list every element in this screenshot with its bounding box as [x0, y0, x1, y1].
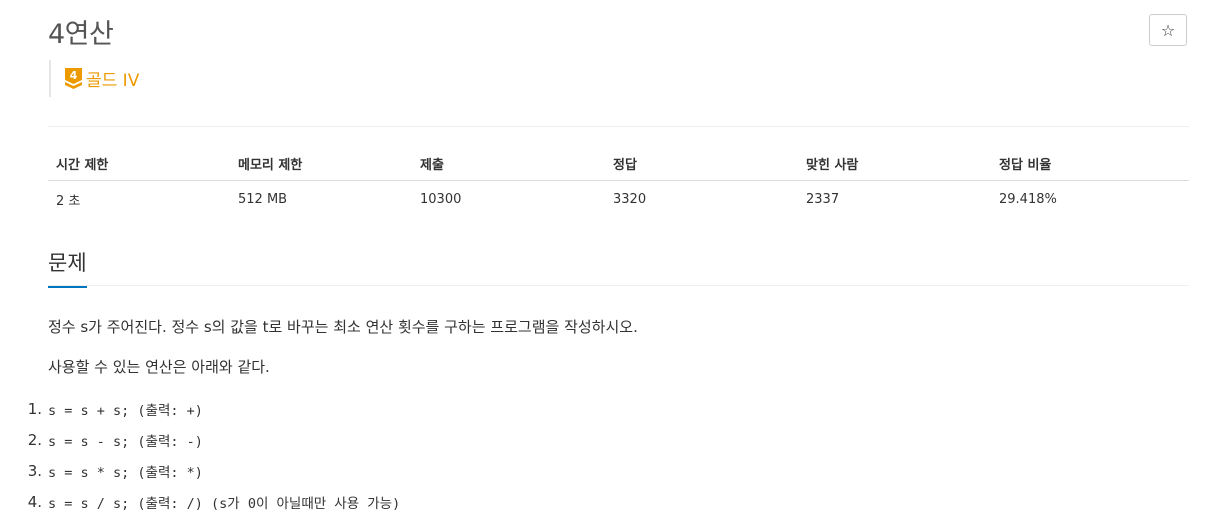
list-number: 4.	[27, 492, 42, 511]
problem-tier: 4 골드 IV	[49, 60, 139, 97]
section-divider	[48, 285, 1189, 286]
gold-tier-icon: 4	[65, 67, 82, 89]
operations-intro: 사용할 수 있는 연산은 아래와 같다.	[48, 358, 270, 376]
tier-label: 골드 IV	[86, 71, 140, 91]
solvers-value: 2337	[806, 191, 840, 207]
time-limit-value: 2 초	[56, 193, 81, 209]
operation-code: s = s - s; (출력: -)	[48, 433, 203, 450]
operation-code: s = s + s; (출력: +)	[48, 402, 203, 419]
page-title: 4연산	[48, 19, 114, 50]
header-solvers: 맞힌 사람	[798, 146, 991, 181]
list-item: 4. s = s / s; (출력: /) (s가 0이 아닐때만 사용 가능)	[0, 486, 401, 517]
list-number: 1.	[27, 399, 42, 418]
section-title: 문제	[48, 250, 87, 288]
tier-number: 4	[70, 69, 78, 82]
problem-info-table: 시간 제한 메모리 제한 제출 정답 맞힌 사람 정답 비율 2 초 512 M…	[48, 146, 1189, 217]
list-item: 2. s = s - s; (출력: -)	[0, 424, 400, 455]
operations-list: 1. s = s + s; (출력: +) 2. s = s - s; (출력:…	[0, 393, 401, 517]
header-memory-limit: 메모리 제한	[230, 146, 412, 181]
accepted-value: 3320	[613, 191, 647, 207]
divider	[48, 126, 1189, 127]
tier-link[interactable]: 4 골드 IV	[65, 66, 139, 91]
operation-code: s = s / s; (출력: /) (s가 0이 아닐때만 사용 가능)	[48, 495, 401, 512]
operation-code: s = s * s; (출력: *)	[48, 464, 203, 481]
header-accepted: 정답	[605, 146, 798, 181]
table-row: 2 초 512 MB 10300 3320 2337 29.418%	[48, 181, 1189, 218]
header-ratio: 정답 비율	[991, 146, 1189, 181]
list-number: 2.	[27, 430, 42, 449]
table-header-row: 시간 제한 메모리 제한 제출 정답 맞힌 사람 정답 비율	[48, 146, 1189, 181]
submissions-value: 10300	[420, 191, 462, 207]
ratio-value: 29.418%	[999, 191, 1057, 207]
list-number: 3.	[27, 461, 42, 480]
list-item: 1. s = s + s; (출력: +)	[0, 393, 400, 424]
memory-limit-value: 512 MB	[238, 191, 288, 207]
star-button[interactable]: ☆	[1149, 14, 1187, 46]
star-icon: ☆	[1160, 20, 1176, 40]
list-item: 3. s = s * s; (출력: *)	[0, 455, 400, 486]
problem-description: 정수 s가 주어진다. 정수 s의 값을 t로 바꾸는 최소 연산 횟수를 구하…	[48, 318, 638, 336]
header-time-limit: 시간 제한	[48, 146, 230, 181]
header-submissions: 제출	[412, 146, 605, 181]
